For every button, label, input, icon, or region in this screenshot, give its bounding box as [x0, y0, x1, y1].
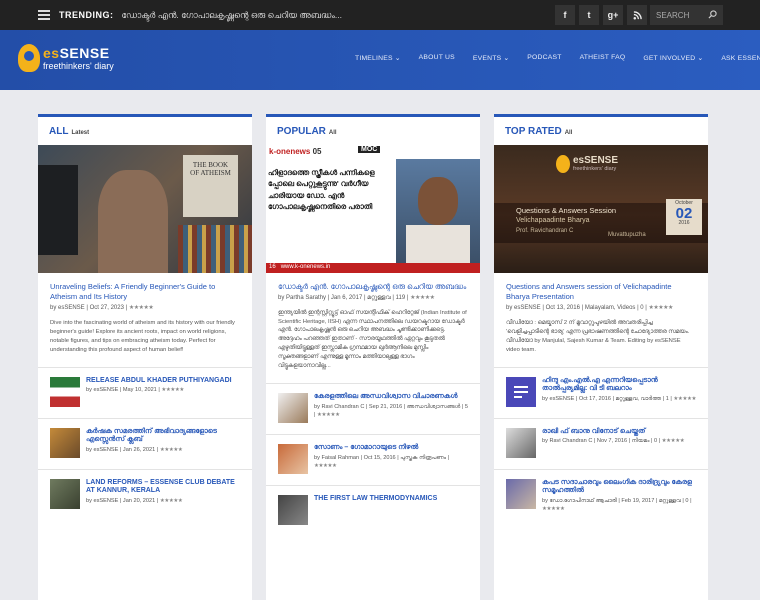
- post-excerpt: വീഡിയോ : മെയ്മാസ് 2 ന് മൂവാറ്റുപുഴയിൽ അവ…: [506, 319, 690, 353]
- nav-ask-essense[interactable]: ASK ESSENSE ⌄: [712, 54, 760, 62]
- nav-atheist-faq[interactable]: ATHEIST FAQ: [571, 54, 635, 62]
- social-links: f t g+: [555, 5, 647, 25]
- facebook-icon[interactable]: f: [555, 5, 575, 25]
- featured-image[interactable]: THE BOOK OF ATHEISM: [38, 145, 252, 273]
- news-footer: 16 www.k-onenews.in: [266, 263, 480, 273]
- person-photo: [396, 159, 480, 263]
- document-icon: [506, 376, 536, 407]
- camera-shape: [38, 165, 78, 255]
- nav-events[interactable]: EVENTS ⌄: [464, 54, 518, 62]
- logo-tagline: freethinkers' diary: [43, 60, 114, 71]
- column-header: TOP RATED All: [494, 114, 708, 145]
- news-headline: ഹിളാദത്തെ സ്ത്രീകൾ പന്നികളെ പ്പോലെ പെറ്റ…: [268, 168, 375, 211]
- main-nav: TIMELINES ⌄ ABOUT US EVENTS ⌄ PODCAST AT…: [346, 54, 760, 62]
- hero-logo: esSENSE freethinkers' diary: [556, 155, 618, 173]
- column-all: ALL Latest THE BOOK OF ATHEISM Unraveling…: [38, 114, 252, 600]
- list-item[interactable]: കപട സദാചാരവും ലൈംഗിക ദാരിദ്ര്യവും കേരള സ…: [494, 478, 708, 512]
- post-thumbnail: [278, 393, 308, 424]
- google-plus-icon[interactable]: g+: [603, 5, 623, 25]
- top-bar: TRENDING: ഡോക്ടർ എൻ. ഗോപാലകൃഷ്ണന്റെ ഒരു …: [0, 0, 760, 30]
- list-item[interactable]: THE FIRST LAW THERMODYNAMICS: [266, 495, 480, 527]
- head-logo-icon: [18, 44, 40, 72]
- book-cover: THE BOOK OF ATHEISM: [183, 155, 238, 217]
- post-excerpt: ഇന്ത്യയിൽ ഇന്റസ്റ്റിറ്റ്യൂട്ട് ഓഫ് സയന്റ…: [278, 309, 467, 370]
- search-input[interactable]: [656, 10, 706, 20]
- column-top-rated: TOP RATED All esSENSE freethinkers' diary…: [494, 114, 708, 600]
- post-excerpt: Dive into the fascinating world of athei…: [50, 319, 235, 353]
- list-item[interactable]: RELEASE ABDUL KHADER PUTHIYANGADI by esSE…: [38, 376, 252, 409]
- post-title[interactable]: Questions and Answers session of Velicha…: [494, 282, 708, 302]
- list-item[interactable]: രാഖി ഫ് ബാനു വിനോട് ചെയ്തത് by Ravi Chand…: [494, 427, 708, 460]
- post-thumbnail: [506, 478, 536, 509]
- post-title[interactable]: Unraveling Beliefs: A Friendly Beginner'…: [38, 282, 252, 302]
- menu-icon[interactable]: [38, 10, 50, 20]
- list-item[interactable]: കർഷക സമരത്തിന് അഭിവാദ്യങ്ങളോടെ എസ്സെൻസ് …: [38, 427, 252, 460]
- bookshelf: [178, 225, 252, 273]
- post-thumbnail: [50, 376, 80, 407]
- post-thumbnail: [50, 478, 80, 509]
- post-meta: by Partha Sarathy | Jan 6, 2017 | മറ്റുള…: [278, 295, 435, 302]
- column-header: ALL Latest: [38, 114, 252, 145]
- head-logo-icon: [556, 155, 570, 173]
- rss-icon[interactable]: [627, 5, 647, 25]
- post-thumbnail: [278, 444, 308, 475]
- logo-title: esSENSE: [43, 44, 110, 61]
- nav-get-involved[interactable]: GET INVOLVED ⌄: [634, 54, 712, 62]
- column-popular: POPULAR All k-onenews 05 MOC ഹിളാദത്തെ സ്…: [266, 114, 480, 600]
- post-thumbnail: [50, 427, 80, 458]
- post-meta: by esSENSE | Oct 13, 2016 | Malayalam, V…: [506, 305, 673, 312]
- person-shape: [98, 170, 168, 273]
- post-thumbnail: [506, 427, 536, 458]
- column-header: POPULAR All: [266, 114, 480, 145]
- trending-label: TRENDING:: [59, 10, 114, 20]
- date-badge: October 02 2016: [666, 199, 702, 235]
- search-icon[interactable]: [708, 9, 717, 21]
- list-item[interactable]: LAND REFORMS – ESSENSE CLUB DEBATE AT KA…: [38, 478, 252, 511]
- list-item[interactable]: കേരളത്തിലെ അന്ധവിശ്വാസ വിചാരണകൾ by Ravi C…: [266, 393, 480, 425]
- post-thumbnail: [278, 495, 308, 526]
- list-item[interactable]: ഹിന്ദു എം.എൽ.എ എന്നറിയപ്പെടാൻ താൽപ്പര്യമ…: [494, 376, 708, 409]
- nav-timelines[interactable]: TIMELINES ⌄: [346, 54, 410, 62]
- search-box[interactable]: [650, 5, 723, 25]
- site-header: esSENSE freethinkers' diary TIMELINES ⌄ …: [0, 30, 760, 90]
- featured-image[interactable]: k-onenews 05 MOC ഹിളാദത്തെ സ്ത്രീകൾ പന്ന…: [266, 145, 480, 273]
- news-logo: k-onenews 05 MOC: [266, 145, 480, 159]
- trending-link[interactable]: ഡോക്ടർ എൻ. ഗോപാലകൃഷ്ണന്റെ ഒരു ചെറിയ അബദ്…: [122, 10, 343, 21]
- post-meta: by esSENSE | Oct 27, 2023 | ★★★★★: [50, 305, 154, 312]
- featured-image[interactable]: esSENSE freethinkers' diary Questions & …: [494, 145, 708, 273]
- site-logo[interactable]: esSENSE freethinkers' diary: [18, 44, 114, 72]
- nav-about-us[interactable]: ABOUT US: [410, 54, 464, 62]
- twitter-icon[interactable]: t: [579, 5, 599, 25]
- nav-podcast[interactable]: PODCAST: [518, 54, 570, 62]
- list-item[interactable]: സോണം – ഗോമാറായുടെ നിഴൽ by Faisal Rahman |…: [266, 444, 480, 476]
- post-title[interactable]: ഡോക്ടർ എൻ. ഗോപാലകൃഷ്ണന്റെ ഒരു ചെറിയ അബദ്…: [266, 282, 480, 292]
